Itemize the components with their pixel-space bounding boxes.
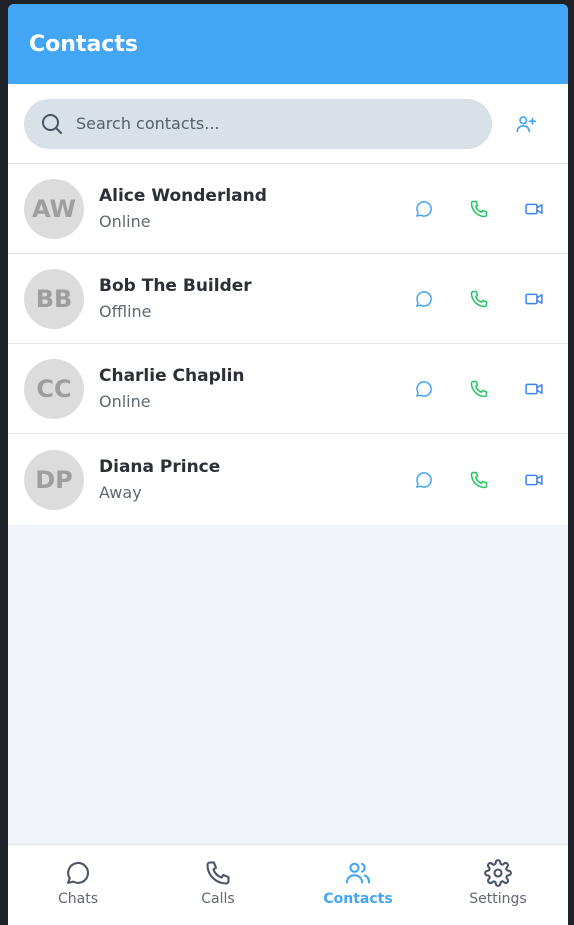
phone-icon	[470, 200, 488, 217]
call-button[interactable]	[467, 287, 491, 311]
contact-name: Alice Wonderland	[99, 186, 267, 206]
message-button[interactable]	[412, 377, 436, 401]
chat-icon	[416, 471, 432, 488]
contact-actions	[381, 164, 546, 253]
avatar: DP	[24, 449, 84, 510]
video-call-button[interactable]	[522, 468, 546, 492]
nav-label: Calls	[201, 891, 235, 907]
nav-settings[interactable]: Settings	[428, 845, 568, 925]
bottom-navigation: Chats Calls Contacts Settings	[8, 844, 568, 925]
phone-icon	[206, 861, 230, 885]
contact-list: AW Alice Wonderland Online BB Bob The Bu…	[8, 164, 568, 525]
chat-icon	[416, 380, 432, 397]
contact-actions	[381, 434, 546, 525]
contact-status: Away	[99, 483, 142, 502]
chat-icon	[416, 200, 432, 217]
video-icon	[525, 293, 543, 304]
contact-row[interactable]: BB Bob The Builder Offline	[8, 254, 568, 344]
video-call-button[interactable]	[522, 377, 546, 401]
nav-label: Chats	[57, 891, 98, 907]
contact-status: Online	[99, 392, 151, 411]
video-icon	[525, 203, 543, 214]
message-button[interactable]	[412, 468, 436, 492]
chat-icon	[67, 861, 90, 884]
search-bar	[8, 84, 568, 164]
video-icon	[525, 474, 543, 485]
users-icon	[345, 862, 371, 884]
nav-label: Settings	[469, 891, 527, 907]
nav-calls[interactable]: Calls	[148, 845, 288, 925]
message-button[interactable]	[412, 197, 436, 221]
contact-name: Diana Prince	[99, 457, 221, 477]
contact-name: Bob The Builder	[99, 276, 252, 296]
gear-icon	[484, 859, 512, 887]
contact-status: Online	[99, 212, 151, 231]
contact-actions	[381, 254, 546, 343]
contact-actions	[381, 344, 546, 433]
avatar: CC	[24, 358, 84, 419]
phone-icon	[470, 290, 488, 307]
call-button[interactable]	[467, 468, 491, 492]
avatar: BB	[24, 268, 84, 329]
call-button[interactable]	[467, 377, 491, 401]
contact-status: Offline	[99, 302, 152, 321]
contact-row[interactable]: DP Diana Prince Away	[8, 434, 568, 525]
contact-row[interactable]: AW Alice Wonderland Online	[8, 164, 568, 254]
search-field[interactable]	[24, 98, 492, 149]
contact-row[interactable]: CC Charlie Chaplin Online	[8, 344, 568, 434]
app-window: Contacts AW Alice Wonderland Online	[8, 4, 568, 925]
video-call-button[interactable]	[522, 197, 546, 221]
phone-icon	[470, 471, 488, 488]
page-title: Contacts	[29, 31, 138, 57]
header-bar: Contacts	[8, 4, 568, 84]
contact-name: Charlie Chaplin	[99, 366, 245, 386]
video-icon	[525, 383, 543, 394]
search-input[interactable]	[74, 113, 458, 134]
search-icon	[42, 113, 62, 134]
add-contact-button[interactable]	[514, 112, 538, 136]
phone-icon	[470, 380, 488, 397]
nav-contacts[interactable]: Contacts	[288, 845, 428, 925]
message-button[interactable]	[412, 287, 436, 311]
nav-chats[interactable]: Chats	[8, 845, 148, 925]
add-user-icon	[516, 115, 536, 132]
nav-label: Contacts	[323, 891, 393, 907]
video-call-button[interactable]	[522, 287, 546, 311]
chat-icon	[416, 290, 432, 307]
call-button[interactable]	[467, 197, 491, 221]
avatar: AW	[24, 178, 84, 239]
